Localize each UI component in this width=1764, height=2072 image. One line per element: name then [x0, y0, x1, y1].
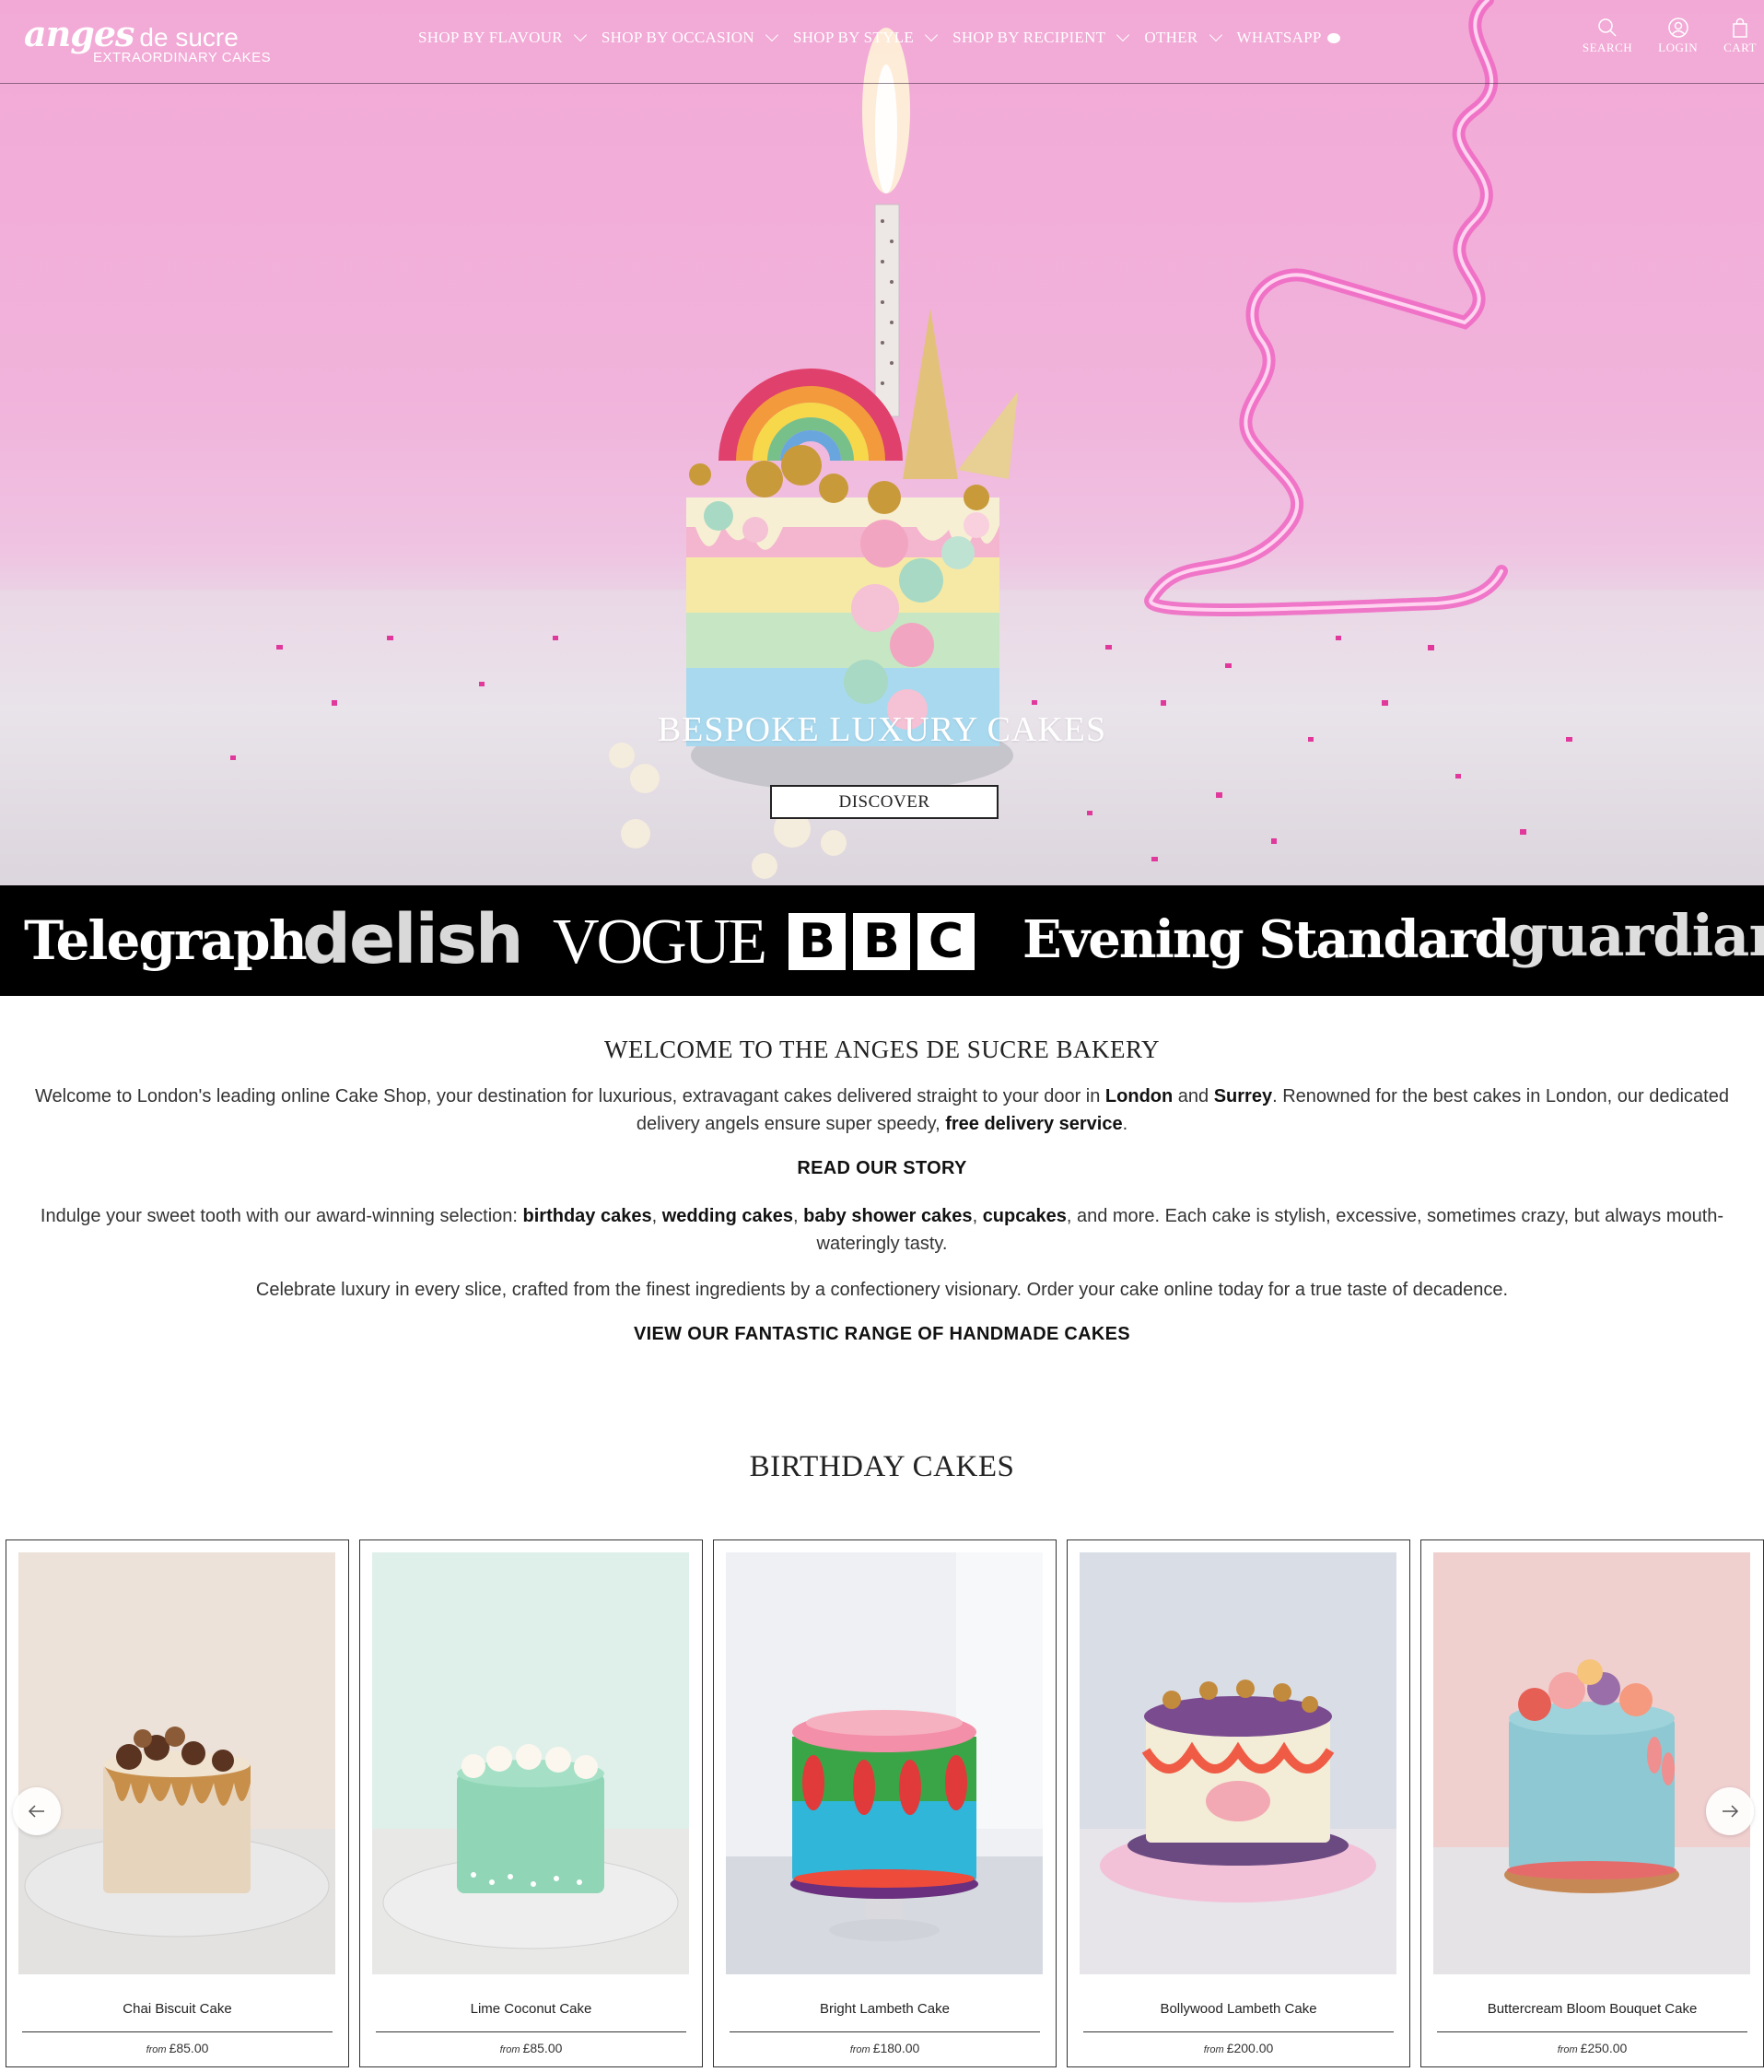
product-image: [726, 1552, 1043, 1974]
nav-label: SHOP BY FLAVOUR: [418, 29, 563, 46]
divider: [376, 2031, 686, 2032]
chat-bubble-icon: [1326, 32, 1340, 43]
shopping-bag-icon: [1733, 18, 1747, 38]
nav-label: SHOP BY RECIPIENT: [952, 29, 1106, 46]
main-nav: SHOP BY FLAVOUR SHOP BY OCCASION SHOP BY…: [418, 28, 1357, 47]
arrow-right-icon: [1723, 1805, 1739, 1818]
nav-shop-by-flavour[interactable]: SHOP BY FLAVOUR: [418, 28, 587, 47]
hero-cake-image: [230, 0, 1572, 879]
product-card-bright-lambeth[interactable]: Bright Lambeth Cake from £180.00: [713, 1539, 1057, 2067]
chevron-down-icon: [1116, 28, 1130, 42]
search-icon: [1598, 18, 1617, 37]
press-logo-vogue: VOGUE: [553, 907, 767, 977]
chevron-down-icon: [573, 28, 587, 42]
product-name: Bollywood Lambeth Cake: [1160, 2001, 1317, 2017]
nav-whatsapp[interactable]: WHATSAPP: [1237, 29, 1340, 47]
product-image: [1433, 1552, 1750, 1974]
divider: [730, 2031, 1040, 2032]
product-price: from £200.00: [1203, 2041, 1274, 2055]
press-logo-telegraph: Telegraph: [24, 909, 308, 972]
header-tools: SEARCH LOGIN CART: [1557, 17, 1757, 55]
birthday-cakes-heading: BIRTHDAY CAKES: [749, 1450, 1015, 1483]
welcome-title: WELCOME TO THE ANGES DE SUCRE BAKERY: [603, 1036, 1161, 1063]
nav-other[interactable]: OTHER: [1144, 28, 1222, 47]
divider: [22, 2031, 333, 2032]
nav-shop-by-style[interactable]: SHOP BY STYLE: [792, 28, 939, 47]
nav-label: OTHER: [1144, 29, 1198, 46]
nav-label: WHATSAPP: [1236, 29, 1322, 46]
nav-label: SHOP BY STYLE: [792, 29, 915, 46]
hero-title: BESPOKE LUXURY CAKES: [657, 710, 1107, 749]
press-logo-bbc: BBC: [789, 913, 982, 970]
welcome-paragraph-2: Indulge your sweet tooth with our award-…: [40, 1206, 1724, 1254]
user-icon: [1667, 18, 1688, 38]
wedding-cakes-link[interactable]: wedding cakes: [662, 1206, 793, 1226]
arrow-left-icon: [28, 1805, 44, 1818]
product-price: from £180.00: [849, 2041, 920, 2055]
product-image: [372, 1552, 689, 1974]
chevron-down-icon: [765, 28, 779, 42]
product-name: Chai Biscuit Cake: [123, 2001, 232, 2017]
welcome-paragraph-1: Welcome to London's leading online Cake …: [35, 1086, 1729, 1134]
product-name: Bright Lambeth Cake: [820, 2001, 950, 2017]
product-card-bollywood-lambeth[interactable]: Bollywood Lambeth Cake from £200.00: [1067, 1539, 1410, 2067]
nav-shop-by-occasion[interactable]: SHOP BY OCCASION: [601, 28, 779, 47]
login-label: LOGIN: [1658, 41, 1699, 54]
search-button[interactable]: SEARCH: [1583, 17, 1632, 55]
baby-shower-cakes-link[interactable]: baby shower cakes: [803, 1206, 972, 1226]
cart-label: CART: [1723, 41, 1757, 54]
carousel-next-button[interactable]: [1706, 1787, 1754, 1835]
cupcakes-link[interactable]: cupcakes: [983, 1206, 1067, 1226]
logo-tagline: EXTRAORDINARY CAKES: [93, 50, 272, 65]
press-logo-evening-standard: Evening Standard: [1022, 909, 1511, 970]
cart-button[interactable]: CART: [1723, 17, 1757, 55]
product-image: [18, 1552, 335, 1974]
chevron-down-icon: [1209, 28, 1222, 42]
discover-button[interactable]: DISCOVER: [770, 785, 999, 819]
press-logos-bar: Telegraph delish VOGUE BBC Evening Stand…: [0, 885, 1764, 996]
press-logo-delish: delish: [302, 900, 524, 979]
divider: [1083, 2031, 1394, 2032]
birthday-cakes-link[interactable]: birthday cakes: [523, 1206, 652, 1226]
product-image: [1080, 1552, 1396, 1974]
nav-shop-by-recipient[interactable]: SHOP BY RECIPIENT: [952, 28, 1130, 47]
logo-word: de sucre: [139, 23, 239, 52]
read-our-story-link[interactable]: READ OUR STORY: [0, 1158, 1764, 1179]
hero-banner: anges de sucre EXTRAORDINARY CAKES SHOP B…: [0, 0, 1764, 885]
view-range-link[interactable]: VIEW OUR FANTASTIC RANGE OF HANDMADE CAK…: [0, 1324, 1764, 1345]
product-name: Lime Coconut Cake: [470, 2001, 592, 2017]
search-label: SEARCH: [1582, 41, 1633, 54]
carousel-prev-button[interactable]: [13, 1787, 61, 1835]
product-price: from £85.00: [499, 2041, 563, 2055]
press-logo-guardian: guardian: [1508, 902, 1764, 969]
divider: [1437, 2031, 1747, 2032]
neon-light-icon: [1144, 0, 1508, 616]
product-price: from £250.00: [1557, 2041, 1628, 2055]
logo-script: anges: [24, 13, 134, 54]
product-price: from £85.00: [146, 2041, 209, 2055]
chevron-down-icon: [924, 28, 939, 42]
product-name: Buttercream Bloom Bouquet Cake: [1487, 2001, 1698, 2017]
nav-label: SHOP BY OCCASION: [601, 29, 754, 46]
product-card-lime-coconut[interactable]: Lime Coconut Cake from £85.00: [359, 1539, 703, 2067]
site-logo[interactable]: anges de sucre EXTRAORDINARY CAKES: [24, 13, 271, 65]
site-header: anges de sucre EXTRAORDINARY CAKES SHOP B…: [0, 0, 1764, 84]
login-button[interactable]: LOGIN: [1658, 17, 1698, 55]
welcome-paragraph-3: Celebrate luxury in every slice, crafted…: [255, 1280, 1509, 1300]
